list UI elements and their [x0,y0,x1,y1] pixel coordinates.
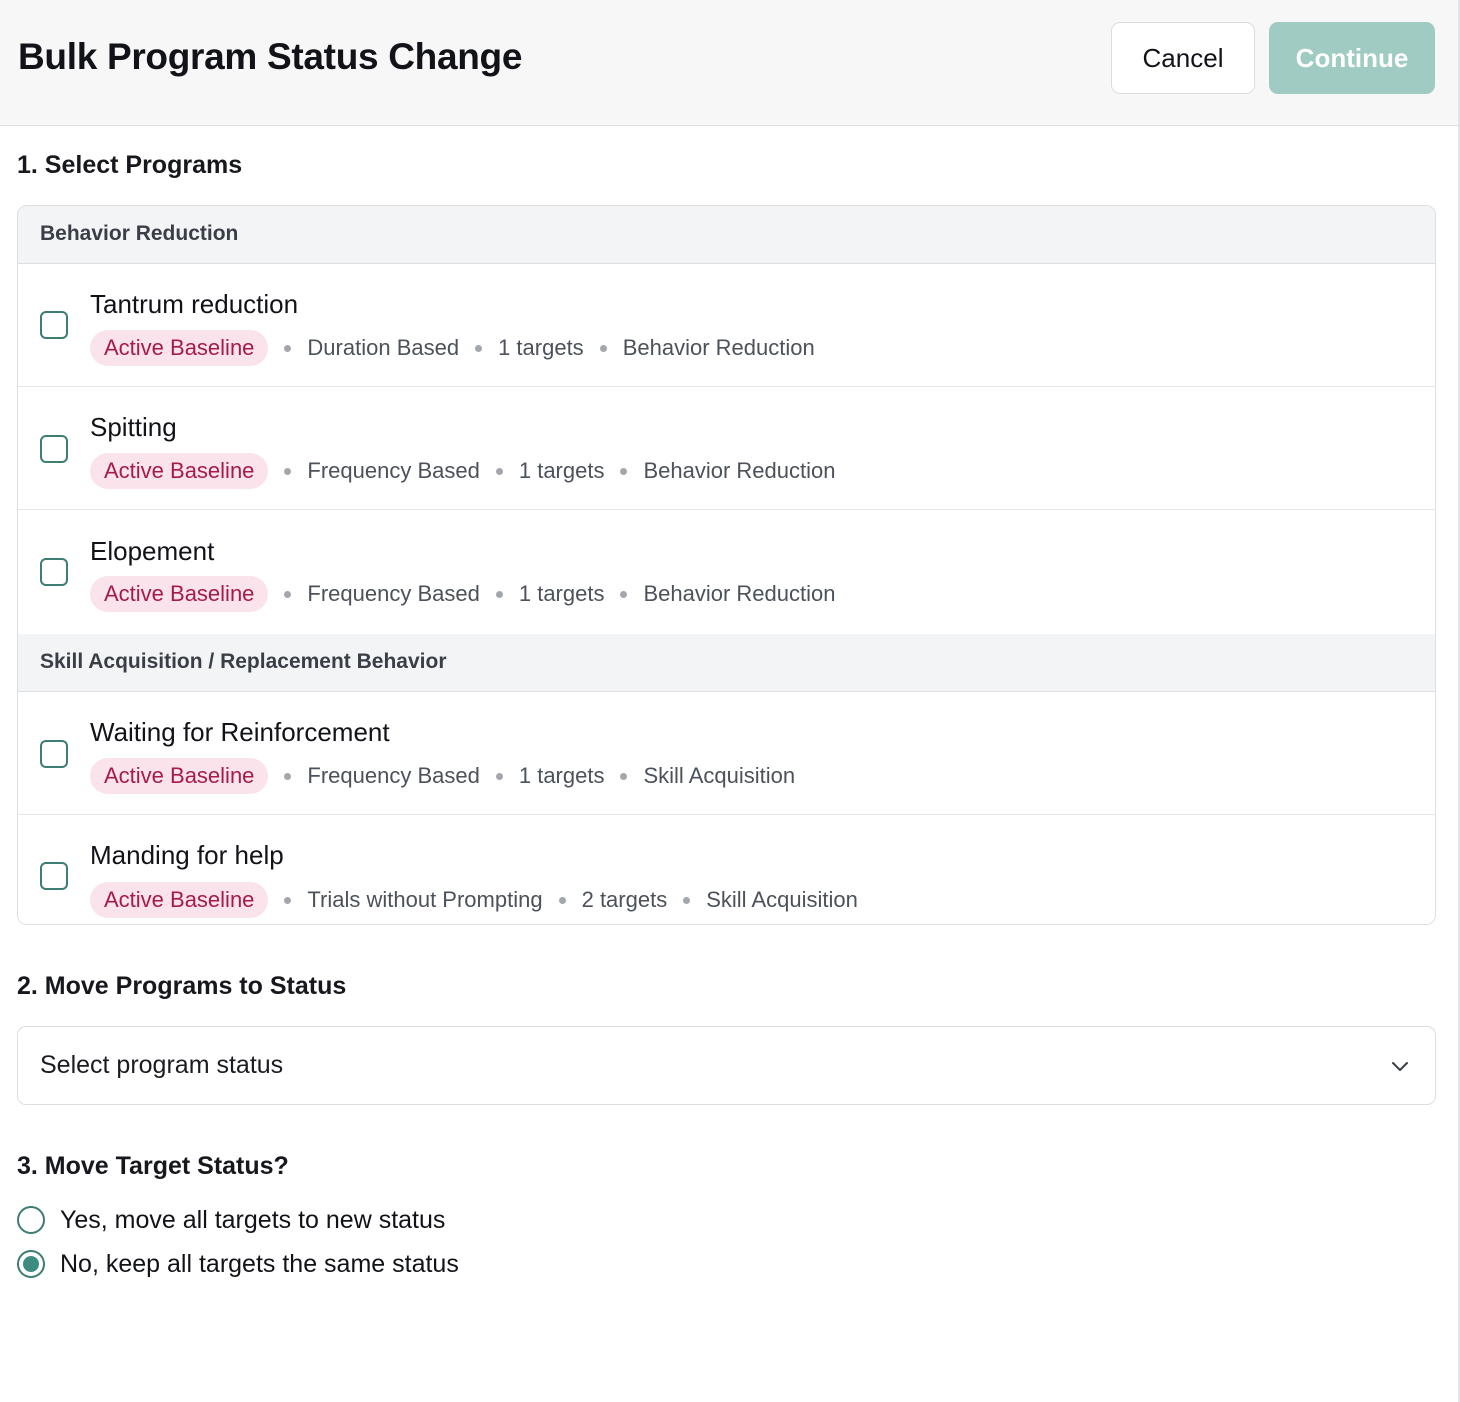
program-method: Frequency Based [307,458,480,483]
program-meta: Active Baseline Duration Based 1 targets… [90,330,815,366]
separator-dot [284,772,292,780]
section-heading-move-programs: 2. Move Programs to Status [17,972,347,1000]
separator-dot [620,590,628,598]
program-checkbox[interactable] [40,740,68,768]
status-badge: Active Baseline [90,330,269,366]
program-list: Behavior Reduction Tantrum reduction Act… [17,205,1436,925]
radio-option-yes[interactable]: Yes, move all targets to new status [17,1205,445,1235]
separator-dot [495,590,503,598]
radio-button[interactable] [17,1250,45,1278]
program-name: Tantrum reduction [90,289,299,319]
group-header-skill-acquisition: Skill Acquisition / Replacement Behavior [18,634,1435,692]
radio-button[interactable] [17,1206,45,1234]
select-placeholder: Select program status [40,1051,284,1079]
program-checkbox[interactable] [40,435,68,463]
group-header-behavior-reduction: Behavior Reduction [18,206,1435,264]
separator-dot [284,590,292,598]
program-name: Elopement [90,536,215,566]
section-heading-move-targets: 3. Move Target Status? [17,1152,289,1180]
section-heading-select-programs: 1. Select Programs [17,151,243,179]
status-badge: Active Baseline [90,758,269,794]
chevron-down-icon [1392,1062,1408,1071]
modal-header: Bulk Program Status Change Cancel Contin… [0,0,1458,126]
group-label: Skill Acquisition / Replacement Behavior [40,650,447,673]
program-checkbox[interactable] [40,558,68,586]
separator-dot [495,772,503,780]
program-row[interactable]: Waiting for Reinforcement Active Baselin… [18,692,1435,815]
program-meta: Active Baseline Frequency Based 1 target… [90,758,795,794]
status-badge: Active Baseline [90,576,269,612]
status-badge: Active Baseline [90,453,269,489]
program-targets: 1 targets [498,335,584,360]
radio-option-no[interactable]: No, keep all targets the same status [17,1249,459,1279]
program-category: Behavior Reduction [643,581,836,606]
separator-dot [284,467,292,475]
program-targets: 1 targets [518,763,605,788]
program-meta: Active Baseline Frequency Based 1 target… [90,453,835,489]
program-method: Frequency Based [307,581,480,606]
program-category: Skill Acquisition [706,887,858,912]
separator-dot [284,344,292,352]
program-category: Behavior Reduction [643,458,836,483]
separator-dot [284,896,292,904]
separator-dot [599,344,607,352]
program-method: Trials without Prompting [307,887,543,912]
radio-label: No, keep all targets the same status [60,1249,459,1278]
separator-dot [620,467,628,475]
program-meta: Active Baseline Trials without Prompting… [90,882,858,918]
program-targets: 2 targets [581,887,668,912]
separator-dot [620,772,628,780]
cancel-button[interactable]: Cancel [1111,22,1255,94]
program-targets: 1 targets [518,458,605,483]
program-status-select[interactable]: Select program status [17,1026,1436,1105]
program-method: Duration Based [307,335,460,360]
separator-dot [475,344,483,352]
page-title: Bulk Program Status Change [18,36,523,77]
program-name: Manding for help [90,840,284,870]
program-meta: Active Baseline Frequency Based 1 target… [90,576,835,612]
program-category: Behavior Reduction [622,335,815,360]
separator-dot [683,896,691,904]
separator-dot [495,467,503,475]
group-label: Behavior Reduction [40,222,239,245]
program-row[interactable]: Spitting Active Baseline Frequency Based… [18,387,1435,510]
program-row[interactable]: Elopement Active Baseline Frequency Base… [18,510,1435,633]
program-name: Spitting [90,412,177,442]
program-targets: 1 targets [518,581,605,606]
separator-dot [558,896,566,904]
program-row[interactable]: Tantrum reduction Active Baseline Durati… [18,264,1435,387]
program-method: Frequency Based [307,763,480,788]
continue-button[interactable]: Continue [1269,22,1435,94]
program-row[interactable]: Manding for help Active Baseline Trials … [18,815,1435,924]
program-category: Skill Acquisition [643,763,796,788]
status-badge: Active Baseline [90,882,269,918]
program-checkbox[interactable] [40,862,68,890]
program-name: Waiting for Reinforcement [90,717,390,747]
program-checkbox[interactable] [40,311,68,339]
radio-label: Yes, move all targets to new status [60,1205,446,1234]
